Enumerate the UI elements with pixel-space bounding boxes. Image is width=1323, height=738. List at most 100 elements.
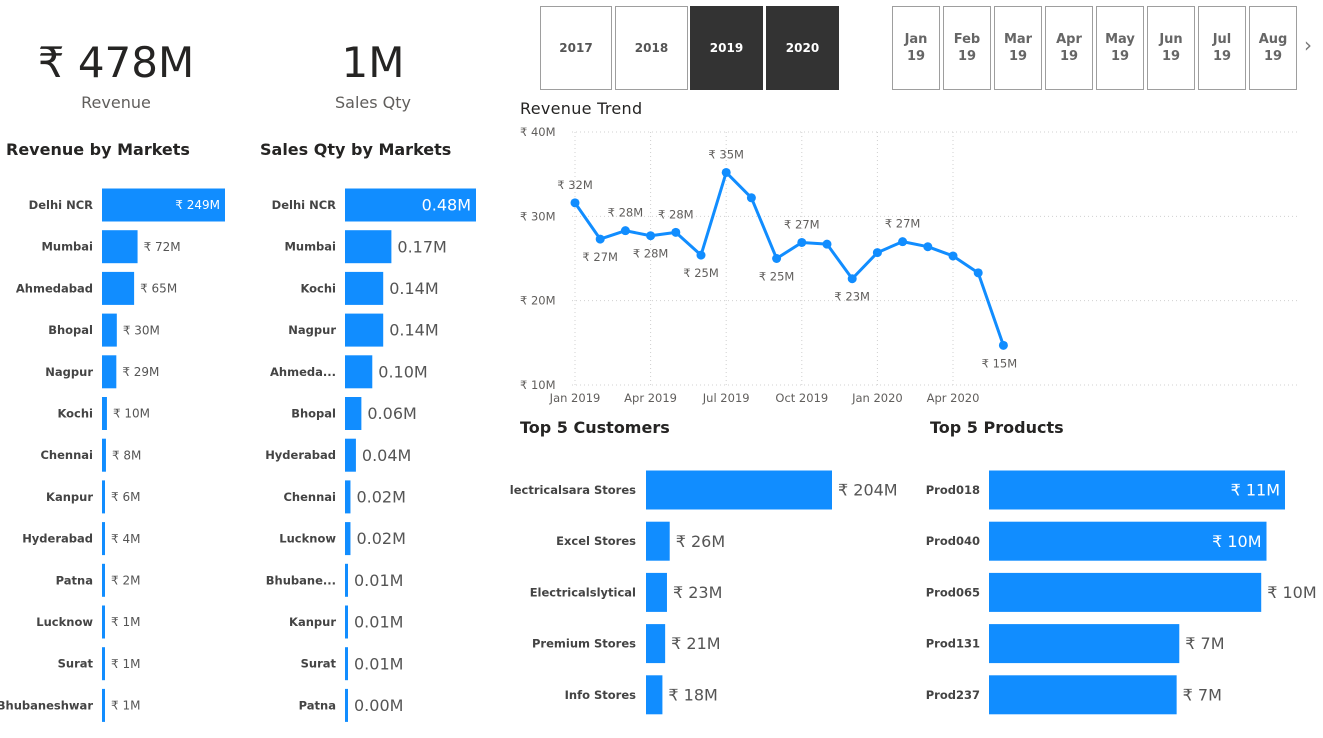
month-next-chevron-icon[interactable]: ›	[1304, 33, 1312, 57]
data-label: ₹ 2M	[111, 574, 140, 588]
point-label: ₹ 28M	[658, 207, 694, 221]
bar	[345, 397, 362, 430]
category-label: Bhubane...	[266, 573, 336, 587]
data-point	[721, 167, 731, 177]
y-tick-label: ₹ 40M	[520, 125, 556, 139]
point-label: ₹ 28M	[633, 247, 669, 261]
top-customers-chart: Electricalsara Stores ₹ 204M Excel Stores ₹…	[510, 470, 898, 715]
month-button-jan-19[interactable]: Jan 19	[892, 6, 940, 90]
bar	[345, 230, 392, 264]
revenue-kpi-label: Revenue	[81, 93, 151, 112]
data-label: ₹ 7M	[1183, 685, 1222, 704]
category-label: Kanpur	[289, 615, 336, 629]
bar	[102, 605, 105, 639]
data-label: 0.01M	[354, 613, 403, 632]
data-point	[948, 251, 958, 261]
data-label: ₹ 4M	[111, 532, 140, 546]
category-label: Prod065	[926, 585, 980, 599]
bar	[102, 522, 105, 556]
data-label: 0.14M	[389, 279, 438, 298]
bar	[345, 605, 348, 639]
x-tick-label: Oct 2019	[775, 391, 828, 405]
category-label: Prod040	[926, 534, 980, 548]
data-point	[872, 248, 882, 258]
bar	[102, 688, 105, 722]
category-label: Delhi NCR	[29, 198, 93, 212]
year-button-2020[interactable]: 2020	[766, 6, 839, 90]
bar	[102, 563, 105, 597]
month-button-jun-19[interactable]: Jun 19	[1147, 6, 1195, 90]
point-label: ₹ 35M	[708, 147, 744, 161]
bar	[102, 397, 107, 430]
category-label: Kanpur	[46, 490, 93, 504]
category-label: Patna	[56, 573, 93, 587]
data-label: ₹ 30M	[123, 323, 160, 337]
bar	[345, 355, 373, 389]
x-tick-label: Jul 2019	[702, 391, 750, 405]
year-button-2019[interactable]: 2019	[690, 6, 763, 90]
bar	[345, 647, 348, 681]
bar	[345, 313, 384, 347]
bar	[345, 271, 384, 305]
data-label: 0.48M	[422, 196, 471, 215]
month-button-jul-19[interactable]: Jul 19	[1198, 6, 1246, 90]
category-label: Kochi	[300, 281, 336, 295]
bar	[646, 470, 832, 510]
month-button-may-19[interactable]: May 19	[1096, 6, 1144, 90]
category-label: Electricalslytical	[530, 585, 636, 599]
bar	[646, 572, 667, 612]
year-button-2017[interactable]: 2017	[540, 6, 612, 90]
point-label: ₹ 15M	[982, 356, 1018, 370]
revenue-kpi-value: ₹ 478M	[37, 38, 195, 87]
month-button-apr-19[interactable]: Apr 19	[1045, 6, 1093, 90]
data-point	[898, 237, 908, 247]
data-label: 0.06M	[367, 404, 416, 423]
month-button-feb-19[interactable]: Feb 19	[943, 6, 991, 90]
category-label: Prod237	[926, 688, 980, 702]
data-label: ₹ 10M	[113, 407, 150, 421]
month-button-mar-19[interactable]: Mar 19	[994, 6, 1042, 90]
data-label: ₹ 1M	[111, 657, 140, 671]
bar	[646, 521, 670, 561]
data-label: 0.17M	[397, 237, 446, 256]
top-products-title: Top 5 Products	[930, 418, 1064, 437]
data-label: ₹ 6M	[111, 490, 140, 504]
revenue-trend-title: Revenue Trend	[520, 99, 643, 118]
category-label: Premium Stores	[532, 637, 636, 651]
point-label: ₹ 27M	[885, 217, 921, 231]
data-point	[822, 239, 832, 249]
bar	[102, 313, 117, 347]
top-customers-title: Top 5 Customers	[520, 418, 670, 437]
year-button-2018[interactable]: 2018	[615, 6, 688, 90]
sales-qty-by-markets-title: Sales Qty by Markets	[260, 140, 452, 159]
data-label: 0.14M	[389, 321, 438, 340]
data-label: ₹ 249M	[175, 198, 220, 212]
category-label: Mumbai	[41, 240, 93, 254]
data-point	[797, 237, 807, 247]
category-label: Prod131	[926, 637, 980, 651]
category-label: Bhopal	[291, 407, 336, 421]
revenue-by-markets-title: Revenue by Markets	[6, 140, 190, 159]
data-label: ₹ 8M	[112, 448, 141, 462]
data-point	[570, 198, 580, 208]
bar	[102, 480, 105, 514]
x-tick-label: Jan 2019	[549, 391, 601, 405]
data-point	[847, 274, 857, 284]
data-point	[923, 242, 933, 252]
month-button-aug-19[interactable]: Aug 19	[1249, 6, 1297, 90]
category-label: Bhubaneshwar	[0, 698, 93, 712]
point-label: ₹ 25M	[683, 266, 719, 280]
data-label: ₹ 10M	[1212, 532, 1261, 551]
bar	[646, 624, 666, 664]
bar	[646, 675, 663, 715]
x-tick-label: Apr 2020	[927, 391, 980, 405]
y-tick-label: ₹ 20M	[520, 294, 556, 308]
category-label: Surat	[58, 657, 94, 671]
data-label: 0.10M	[378, 362, 427, 381]
data-point	[646, 231, 656, 241]
data-label: 0.01M	[354, 654, 403, 673]
data-label: ₹ 10M	[1267, 583, 1316, 602]
data-label: ₹ 72M	[144, 240, 181, 254]
bar	[102, 438, 106, 472]
point-label: ₹ 27M	[582, 250, 618, 264]
